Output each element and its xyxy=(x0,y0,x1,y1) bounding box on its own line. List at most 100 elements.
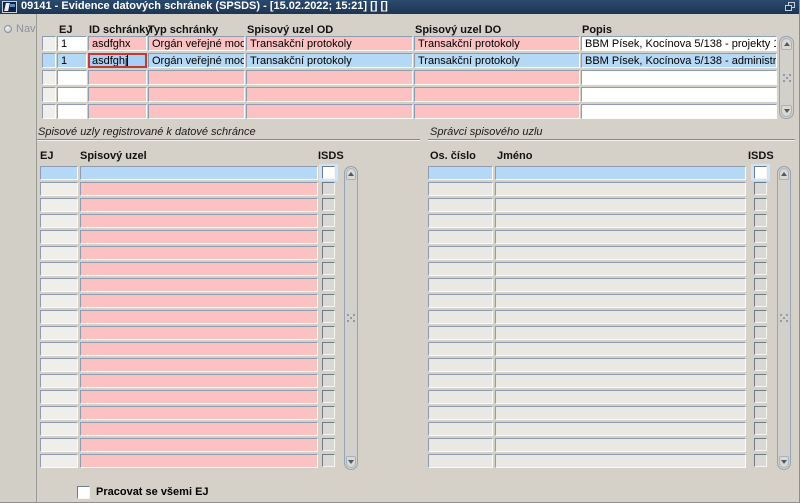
isds-checkbox[interactable] xyxy=(322,374,335,387)
cell-ej[interactable] xyxy=(40,390,78,404)
cell-os-cislo[interactable] xyxy=(428,342,493,356)
cell-spisovy-uzel[interactable] xyxy=(80,230,318,244)
cell-jmeno[interactable] xyxy=(495,454,746,468)
cell-ej[interactable] xyxy=(40,230,78,244)
cell-spisovy-uzel[interactable] xyxy=(80,358,318,372)
title-bar[interactable]: 09141 - Evidence datových schránek (SPSD… xyxy=(0,0,799,14)
isds-checkbox[interactable] xyxy=(322,422,335,435)
scroll-up-icon[interactable] xyxy=(779,168,789,180)
cell-jmeno[interactable] xyxy=(495,406,746,420)
cell-os-cislo[interactable] xyxy=(428,374,493,388)
isds-checkbox[interactable] xyxy=(754,230,767,243)
isds-checkbox[interactable] xyxy=(322,406,335,419)
cell-spisovy-uzel[interactable] xyxy=(80,246,318,260)
scroll-down-icon[interactable] xyxy=(346,456,356,468)
cell-os-cislo[interactable] xyxy=(428,214,493,228)
cell-spisovy-uzel[interactable] xyxy=(80,326,318,340)
cell-spisovy-uzel[interactable] xyxy=(80,262,318,276)
cell-ej[interactable] xyxy=(40,406,78,420)
cell-ej[interactable] xyxy=(40,358,78,372)
cell-spisovy-uzel[interactable] xyxy=(80,214,318,228)
cell-os-cislo[interactable] xyxy=(428,326,493,340)
cell-jmeno[interactable] xyxy=(495,214,746,228)
isds-checkbox[interactable] xyxy=(754,438,767,451)
cell-spisovy-uzel[interactable] xyxy=(80,390,318,404)
isds-checkbox[interactable] xyxy=(322,358,335,371)
isds-checkbox[interactable] xyxy=(322,166,335,179)
cell-ej[interactable] xyxy=(40,294,78,308)
cell-ej[interactable] xyxy=(40,246,78,260)
cell-typ[interactable]: Orgán veřejné moci xyxy=(148,36,245,51)
cell-ej[interactable] xyxy=(57,70,87,85)
cell-os-cislo[interactable] xyxy=(428,406,493,420)
right-list-scrollbar[interactable] xyxy=(777,166,791,470)
isds-checkbox[interactable] xyxy=(754,182,767,195)
scroll-down-icon[interactable] xyxy=(779,456,789,468)
cell-ej[interactable] xyxy=(40,374,78,388)
cell-ej[interactable] xyxy=(40,438,78,452)
cell-do[interactable] xyxy=(414,70,580,85)
cell-od[interactable] xyxy=(246,87,413,102)
isds-checkbox[interactable] xyxy=(322,214,335,227)
isds-checkbox[interactable] xyxy=(322,294,335,307)
cell-do[interactable]: Transakční protokoly xyxy=(414,36,580,51)
cell-popis[interactable] xyxy=(581,87,777,102)
cell-od[interactable]: Transakční protokoly xyxy=(246,36,413,51)
main-table-scrollbar[interactable] xyxy=(779,36,794,119)
cell-spisovy-uzel[interactable] xyxy=(80,454,318,468)
cell-popis[interactable] xyxy=(581,70,777,85)
cell-jmeno[interactable] xyxy=(495,294,746,308)
cell-ej[interactable] xyxy=(40,326,78,340)
cell-os-cislo[interactable] xyxy=(428,246,493,260)
cell-os-cislo[interactable] xyxy=(428,278,493,292)
cell-spisovy-uzel[interactable] xyxy=(80,182,318,196)
cell-jmeno[interactable] xyxy=(495,374,746,388)
cell-popis[interactable]: BBM Písek, Kocínova 5/138 - administrati… xyxy=(581,53,777,68)
cell-typ[interactable]: Orgán veřejné moci xyxy=(148,53,245,68)
cell-os-cislo[interactable] xyxy=(428,182,493,196)
isds-checkbox[interactable] xyxy=(754,262,767,275)
cell-spisovy-uzel[interactable] xyxy=(80,294,318,308)
restore-window-icon[interactable] xyxy=(785,2,796,11)
cell-os-cislo[interactable] xyxy=(428,454,493,468)
cell-os-cislo[interactable] xyxy=(428,438,493,452)
cell-spisovy-uzel[interactable] xyxy=(80,310,318,324)
isds-checkbox[interactable] xyxy=(754,310,767,323)
scroll-up-icon[interactable] xyxy=(346,168,356,180)
cell-jmeno[interactable] xyxy=(495,422,746,436)
cell-popis[interactable]: BBM Písek, Kocínova 5/138 - projekty 1 xyxy=(581,36,777,51)
cell-od[interactable] xyxy=(246,104,413,119)
cell-popis[interactable] xyxy=(581,104,777,119)
scrollbar-grip[interactable] xyxy=(350,317,352,319)
isds-checkbox[interactable] xyxy=(754,358,767,371)
cell-spisovy-uzel[interactable] xyxy=(80,406,318,420)
cell-jmeno[interactable] xyxy=(495,278,746,292)
cell-ej[interactable] xyxy=(40,214,78,228)
pracovat-se-vsemi-ej-checkbox[interactable] xyxy=(77,486,90,499)
cell-ej[interactable] xyxy=(40,310,78,324)
isds-checkbox[interactable] xyxy=(322,230,335,243)
cell-jmeno[interactable] xyxy=(495,310,746,324)
cell-os-cislo[interactable] xyxy=(428,390,493,404)
isds-checkbox[interactable] xyxy=(754,246,767,259)
cell-spisovy-uzel[interactable] xyxy=(80,166,318,180)
cell-os-cislo[interactable] xyxy=(428,310,493,324)
cell-os-cislo[interactable] xyxy=(428,294,493,308)
isds-checkbox[interactable] xyxy=(322,310,335,323)
cell-jmeno[interactable] xyxy=(495,326,746,340)
cell-id[interactable]: asdfghj xyxy=(88,53,147,68)
isds-checkbox[interactable] xyxy=(754,342,767,355)
cell-ej[interactable] xyxy=(40,342,78,356)
cell-os-cislo[interactable] xyxy=(428,262,493,276)
cell-jmeno[interactable] xyxy=(495,246,746,260)
cell-spisovy-uzel[interactable] xyxy=(80,438,318,452)
cell-jmeno[interactable] xyxy=(495,358,746,372)
isds-checkbox[interactable] xyxy=(754,198,767,211)
row-selector[interactable] xyxy=(42,104,56,119)
isds-checkbox[interactable] xyxy=(322,246,335,259)
cell-id[interactable] xyxy=(88,87,147,102)
cell-typ[interactable] xyxy=(148,87,245,102)
isds-checkbox[interactable] xyxy=(322,438,335,451)
cell-os-cislo[interactable] xyxy=(428,230,493,244)
cell-ej[interactable] xyxy=(40,454,78,468)
